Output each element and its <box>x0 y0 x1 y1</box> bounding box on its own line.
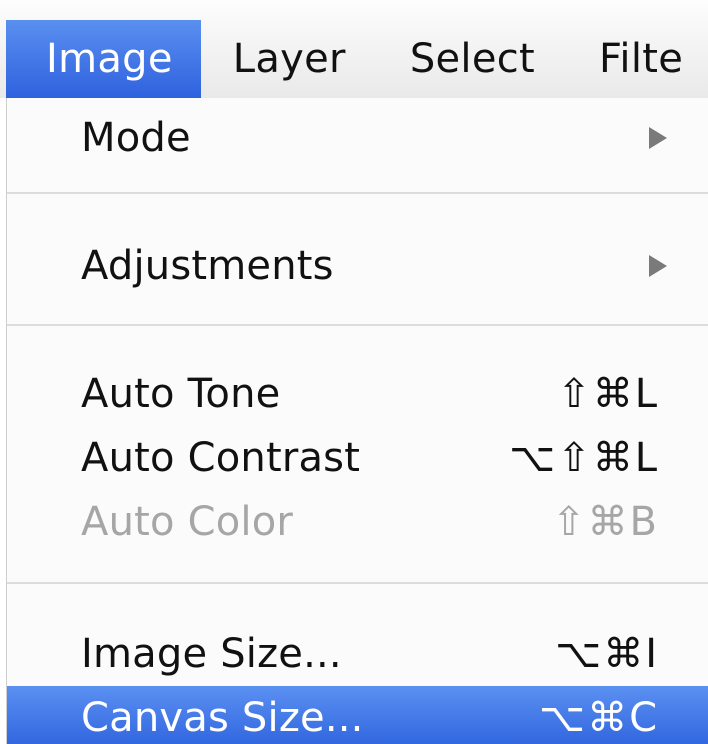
menu-select[interactable]: Select <box>378 20 567 98</box>
menu-item-image-size[interactable]: Image Size... ⌥⌘I <box>7 622 708 686</box>
menu-item-shortcut: ⌥⌘I <box>555 631 659 677</box>
menu-item-shortcut: ⌥⇧⌘L <box>509 435 659 481</box>
menu-item-shortcut: ⇧⌘B <box>552 499 659 545</box>
submenu-arrow-icon <box>649 127 667 149</box>
menu-item-auto-tone[interactable]: Auto Tone ⇧⌘L <box>7 362 708 426</box>
menu-item-label: Mode <box>81 115 191 161</box>
menu-item-auto-color: Auto Color ⇧⌘B <box>7 490 708 554</box>
photoshop-image-menu: Image Layer Select Filte Mode Adjustment… <box>0 0 708 744</box>
menu-item-mode[interactable]: Mode <box>7 106 708 170</box>
menu-image[interactable]: Image <box>6 20 201 98</box>
menu-item-shortcut: ⌥⌘C <box>538 695 659 741</box>
menu-item-shortcut: ⇧⌘L <box>557 371 659 417</box>
menu-item-auto-contrast[interactable]: Auto Contrast ⌥⇧⌘L <box>7 426 708 490</box>
menu-separator <box>7 192 708 194</box>
menu-layer[interactable]: Layer <box>201 20 378 98</box>
menu-bar: Image Layer Select Filte <box>0 0 708 98</box>
menu-item-adjustments[interactable]: Adjustments <box>7 234 708 298</box>
image-menu-dropdown: Mode Adjustments Auto Tone ⇧⌘L Auto Cont… <box>6 98 708 744</box>
menu-separator <box>7 582 708 584</box>
submenu-arrow-icon <box>649 255 667 277</box>
menu-item-label: Adjustments <box>81 243 334 289</box>
menu-filter[interactable]: Filte <box>567 20 708 98</box>
menu-item-canvas-size[interactable]: Canvas Size... ⌥⌘C <box>7 686 708 744</box>
menu-separator <box>7 324 708 326</box>
